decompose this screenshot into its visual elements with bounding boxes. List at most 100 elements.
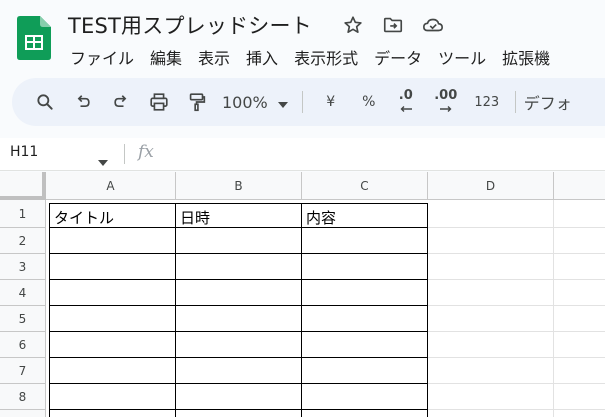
cell-e3[interactable] [554, 254, 605, 280]
cloud-status-icon[interactable] [420, 12, 446, 38]
cell-a5[interactable] [49, 306, 176, 332]
arrow-left-icon [400, 102, 412, 114]
search-menus-icon[interactable] [26, 86, 64, 118]
zoom-select[interactable]: 100% [216, 93, 294, 112]
star-icon[interactable] [340, 12, 366, 38]
cell-c5[interactable] [302, 306, 428, 332]
zoom-value: 100% [222, 92, 268, 112]
cell-e4[interactable] [554, 280, 605, 306]
cell-b6[interactable] [176, 332, 302, 358]
cell-d9[interactable] [428, 410, 554, 417]
menu-data[interactable]: データ [366, 43, 430, 71]
spreadsheet-grid[interactable]: A B C D 1 2 3 4 5 6 7 8 タイトル 日時 内容 [0, 172, 605, 417]
column-header-b[interactable]: B [176, 172, 302, 200]
cell-a6[interactable] [49, 332, 176, 358]
sheets-logo-icon[interactable] [17, 16, 51, 60]
print-icon[interactable] [140, 86, 178, 118]
cell-d4[interactable] [428, 280, 554, 306]
redo-icon[interactable] [102, 86, 140, 118]
chevron-down-icon[interactable] [98, 151, 108, 170]
currency-label: ¥ [326, 94, 336, 110]
cell-e8[interactable] [554, 384, 605, 410]
name-box[interactable]: H11 [10, 144, 38, 160]
menu-extensions[interactable]: 拡張機 [494, 43, 558, 71]
row-header-1[interactable]: 1 [0, 200, 46, 228]
cell-b1[interactable]: 日時 [176, 203, 302, 228]
cell-a3[interactable] [49, 254, 176, 280]
cell-b3[interactable] [176, 254, 302, 280]
menu-edit[interactable]: 編集 [142, 43, 190, 71]
cell-b9[interactable] [176, 410, 302, 417]
cell-c9[interactable] [302, 410, 428, 417]
cell-e2[interactable] [554, 228, 605, 254]
formula-bar: H11 fx [0, 138, 605, 171]
percent-format-button[interactable]: % [351, 86, 387, 118]
cell-c3[interactable] [302, 254, 428, 280]
cell-a1[interactable]: タイトル [49, 203, 176, 228]
cell-d3[interactable] [428, 254, 554, 280]
cell-a8[interactable] [49, 384, 176, 410]
toolbar: 100% ¥ % .0 .00 123 デフォ [12, 78, 605, 126]
row-header-5[interactable]: 5 [0, 306, 46, 332]
chevron-down-icon [277, 93, 288, 112]
row-header-2[interactable]: 2 [0, 228, 46, 254]
row-header-4[interactable]: 4 [0, 280, 46, 306]
decrease-decimal-button[interactable]: .0 [387, 86, 425, 118]
row-header-8[interactable]: 8 [0, 384, 46, 410]
cell-a2[interactable] [49, 228, 176, 254]
increase-decimal-label: .00 [434, 88, 458, 103]
cell-e1[interactable] [554, 200, 605, 228]
increase-decimal-button[interactable]: .00 [425, 86, 467, 118]
column-header-a[interactable]: A [46, 172, 176, 200]
currency-format-button[interactable]: ¥ [311, 86, 351, 118]
fx-icon: fx [138, 142, 154, 162]
formula-divider [124, 144, 125, 164]
document-title[interactable]: TEST用スプレッドシート [68, 10, 312, 40]
cell-e5[interactable] [554, 306, 605, 332]
row-header-3[interactable]: 3 [0, 254, 46, 280]
cell-e9[interactable] [554, 410, 605, 417]
cell-d1[interactable] [428, 200, 554, 228]
toolbar-divider [514, 91, 516, 113]
cell-c4[interactable] [302, 280, 428, 306]
row-header-7[interactable]: 7 [0, 358, 46, 384]
sheets-app: TEST用スプレッドシート ファイル 編集 表示 挿入 表示形式 データ ツール… [0, 0, 605, 417]
cell-c8[interactable] [302, 384, 428, 410]
cell-b8[interactable] [176, 384, 302, 410]
column-header-d[interactable]: D [428, 172, 554, 200]
cell-d5[interactable] [428, 306, 554, 332]
cell-c1[interactable]: 内容 [302, 203, 428, 228]
move-to-folder-icon[interactable] [380, 12, 406, 38]
cell-e7[interactable] [554, 358, 605, 384]
cell-d8[interactable] [428, 384, 554, 410]
cell-b4[interactable] [176, 280, 302, 306]
menu-file[interactable]: ファイル [62, 43, 142, 71]
menu-format[interactable]: 表示形式 [286, 43, 366, 71]
menu-tools[interactable]: ツール [430, 43, 494, 71]
cell-c7[interactable] [302, 358, 428, 384]
row-header-9[interactable] [0, 410, 46, 417]
cell-e6[interactable] [554, 332, 605, 358]
cell-a9[interactable] [49, 410, 176, 417]
undo-icon[interactable] [64, 86, 102, 118]
cell-c2[interactable] [302, 228, 428, 254]
cell-a7[interactable] [49, 358, 176, 384]
font-family-select[interactable]: デフォ [524, 90, 572, 114]
select-all-corner[interactable] [0, 172, 46, 200]
cell-b7[interactable] [176, 358, 302, 384]
menu-view[interactable]: 表示 [190, 43, 238, 71]
cell-b2[interactable] [176, 228, 302, 254]
cell-d2[interactable] [428, 228, 554, 254]
cell-c6[interactable] [302, 332, 428, 358]
menu-bar: ファイル 編集 表示 挿入 表示形式 データ ツール 拡張機 [62, 43, 558, 71]
paint-format-icon[interactable] [178, 86, 216, 118]
row-header-6[interactable]: 6 [0, 332, 46, 358]
menu-insert[interactable]: 挿入 [238, 43, 286, 71]
cell-b5[interactable] [176, 306, 302, 332]
cell-d7[interactable] [428, 358, 554, 384]
column-header-c[interactable]: C [302, 172, 428, 200]
column-header-e[interactable] [554, 172, 605, 200]
cell-a4[interactable] [49, 280, 176, 306]
cell-d6[interactable] [428, 332, 554, 358]
number-format-button[interactable]: 123 [467, 86, 507, 118]
